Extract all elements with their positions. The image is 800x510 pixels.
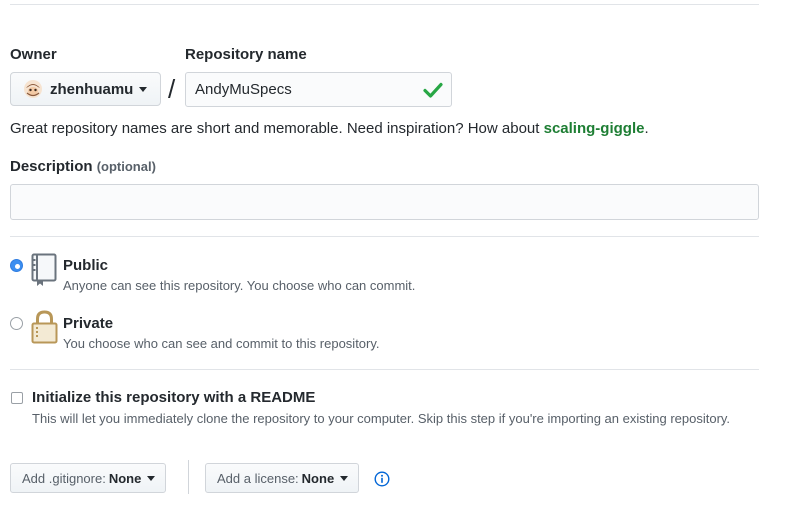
owner-dropdown[interactable]: zhenhuamu bbox=[10, 72, 161, 106]
private-title: Private bbox=[63, 315, 114, 332]
private-radio[interactable] bbox=[10, 317, 23, 330]
divider bbox=[10, 369, 759, 370]
chevron-down-icon bbox=[147, 475, 156, 481]
public-title: Public bbox=[63, 257, 109, 274]
description-label-row: Description (optional) bbox=[10, 158, 156, 175]
public-radio[interactable] bbox=[10, 259, 23, 272]
owner-label: Owner bbox=[10, 46, 57, 63]
license-value: None bbox=[301, 470, 335, 486]
license-label: Add a license: bbox=[217, 470, 299, 486]
repo-name-hint: Great repository names are short and mem… bbox=[10, 120, 649, 137]
info-icon[interactable] bbox=[374, 471, 390, 487]
owner-username: zhenhuamu bbox=[50, 80, 134, 98]
vertical-divider bbox=[188, 460, 189, 494]
gitignore-label: Add .gitignore: bbox=[22, 470, 106, 486]
public-description: Anyone can see this repository. You choo… bbox=[63, 278, 416, 293]
optional-tag: (optional) bbox=[96, 159, 156, 174]
chevron-down-icon bbox=[139, 86, 148, 92]
name-suggestion-link[interactable]: scaling-giggle bbox=[544, 120, 645, 137]
description-input[interactable] bbox=[10, 184, 759, 220]
repo-name-label: Repository name bbox=[185, 46, 307, 63]
chevron-down-icon bbox=[340, 475, 349, 481]
divider bbox=[10, 236, 759, 237]
readme-checkbox[interactable] bbox=[11, 392, 23, 404]
repo-name-input[interactable] bbox=[185, 72, 452, 107]
gitignore-value: None bbox=[108, 470, 142, 486]
gitignore-dropdown[interactable]: Add .gitignore: None bbox=[10, 463, 167, 493]
lock-icon bbox=[31, 310, 58, 349]
description-label: Description bbox=[10, 158, 93, 175]
readme-description: This will let you immediately clone the … bbox=[32, 411, 731, 426]
readme-label[interactable]: Initialize this repository with a README bbox=[32, 389, 315, 406]
octocat-avatar-icon bbox=[23, 79, 43, 99]
license-dropdown[interactable]: Add a license: None bbox=[205, 463, 360, 493]
check-icon bbox=[423, 81, 443, 99]
owner-repo-separator: / bbox=[168, 74, 176, 104]
hint-suffix: . bbox=[644, 120, 649, 137]
top-divider bbox=[10, 4, 759, 5]
hint-text: Great repository names are short and mem… bbox=[10, 120, 544, 137]
private-description: You choose who can see and commit to thi… bbox=[63, 336, 380, 351]
repo-book-icon bbox=[31, 253, 57, 292]
